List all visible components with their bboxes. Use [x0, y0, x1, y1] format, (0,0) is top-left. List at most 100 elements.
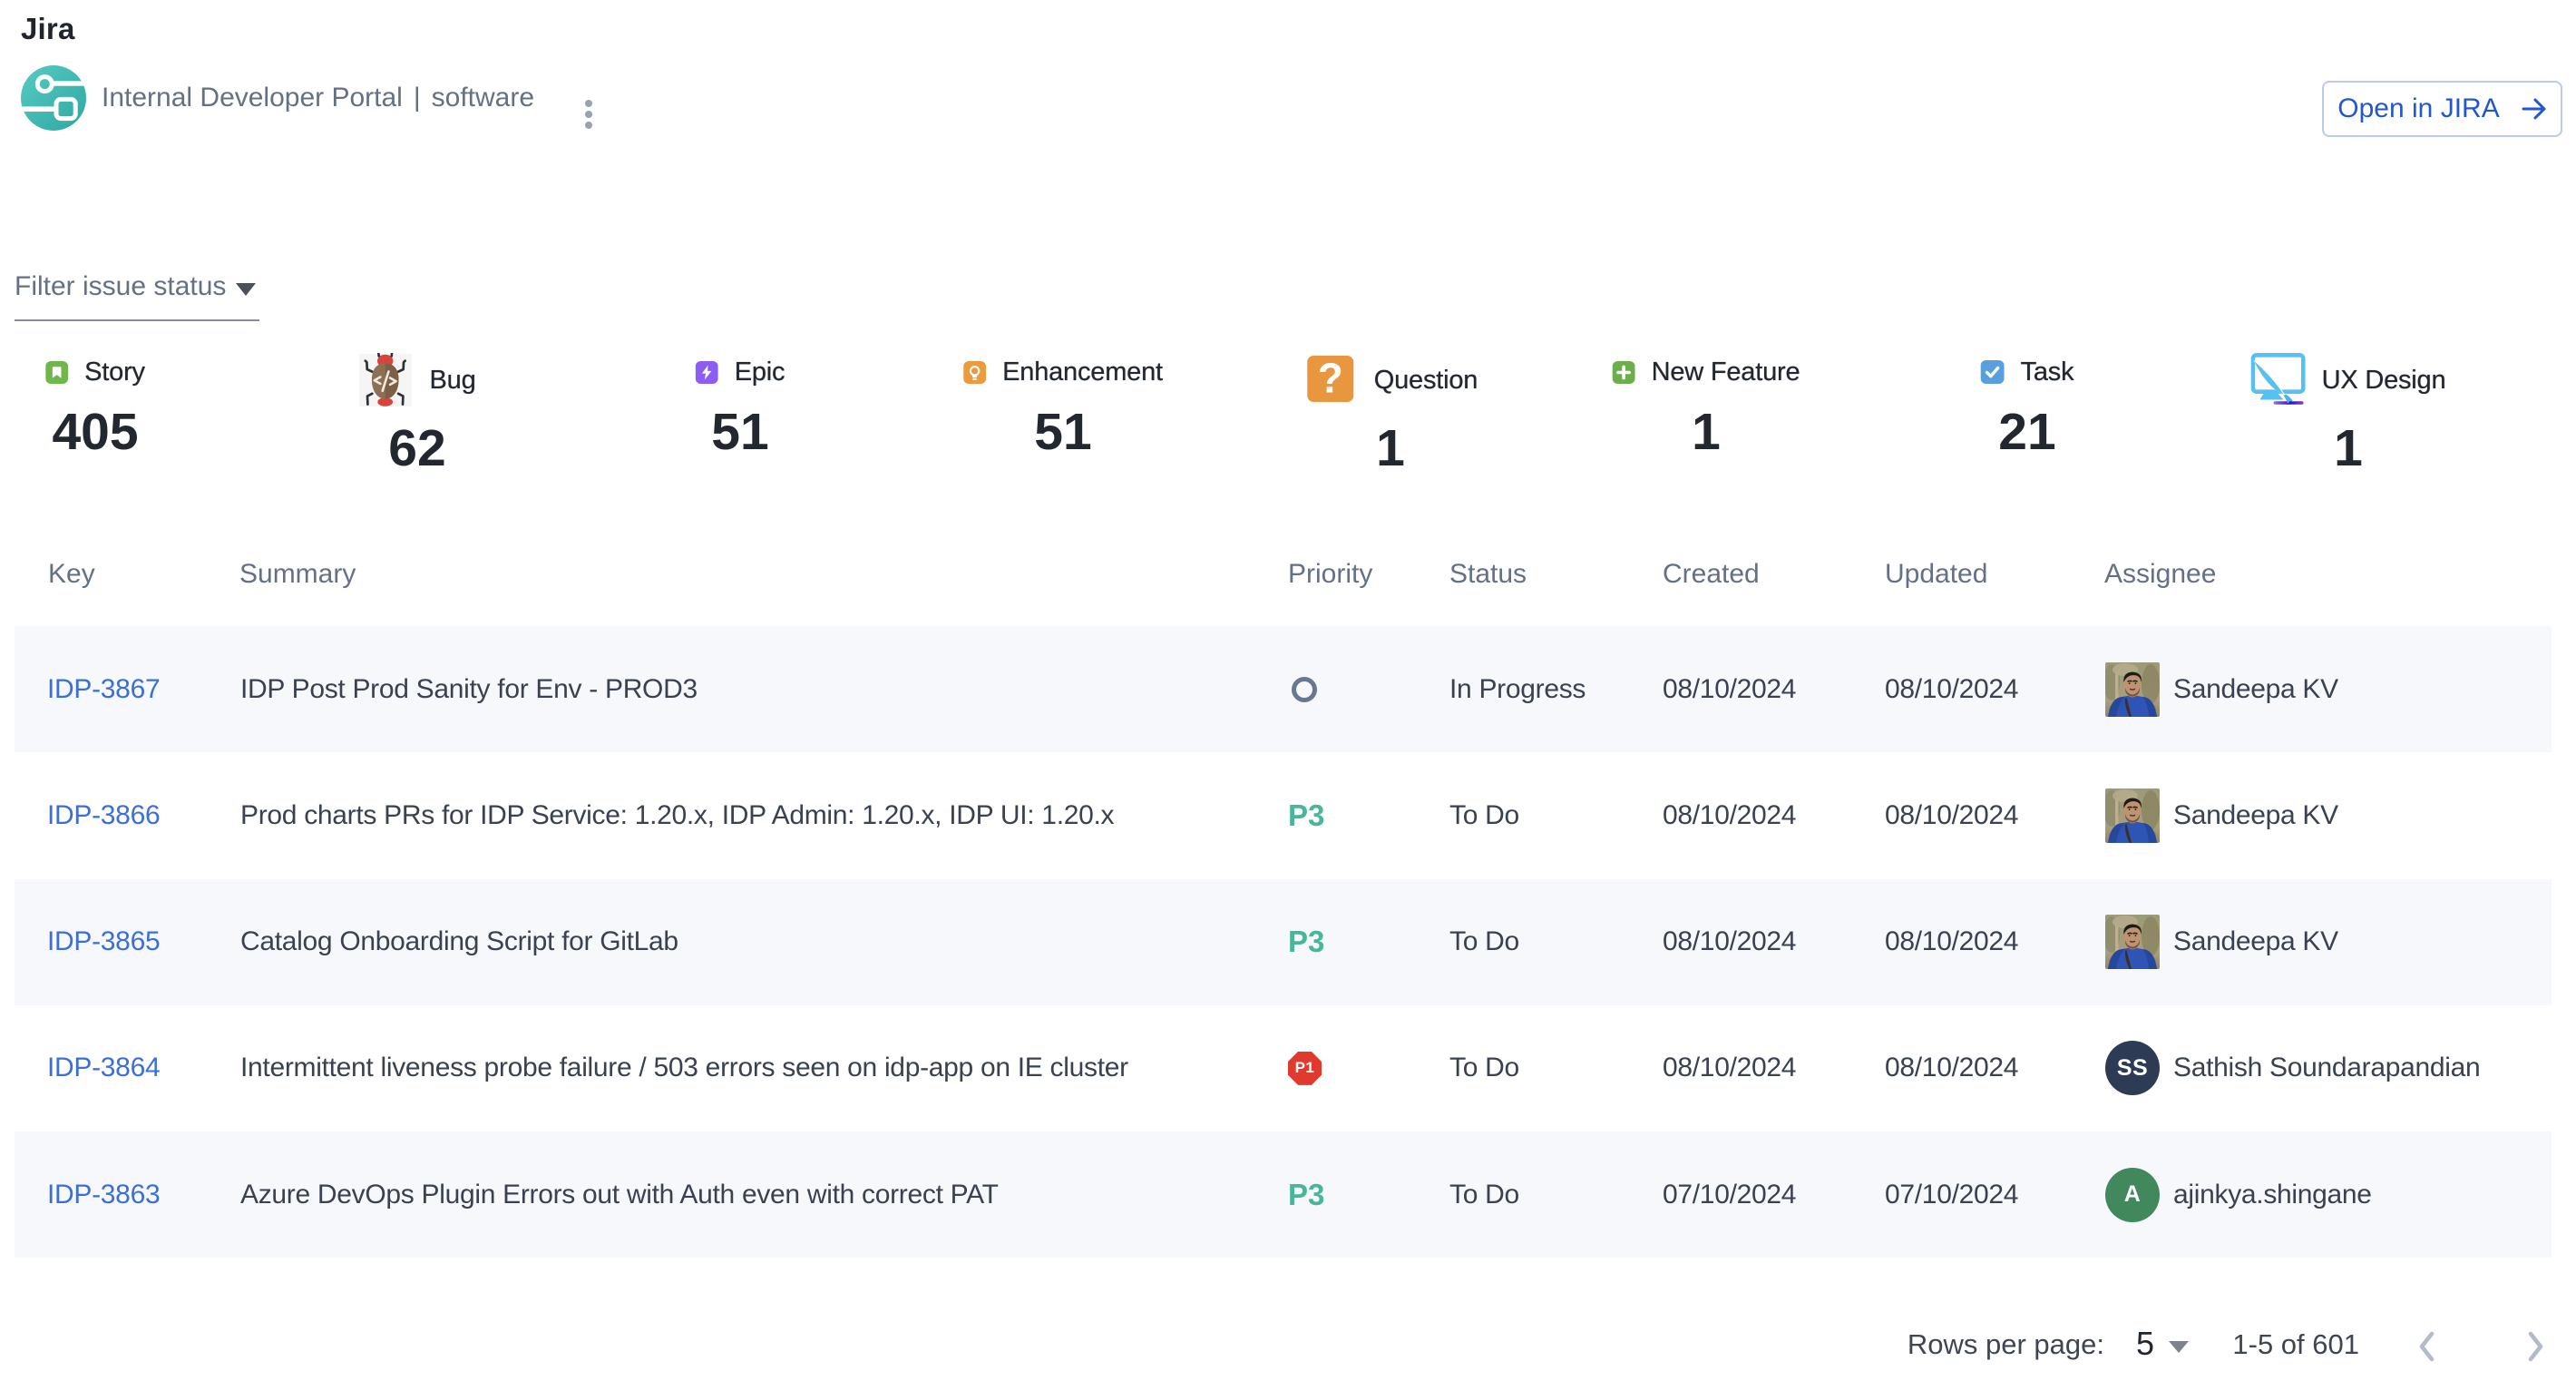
cell-priority: P3: [1288, 752, 1324, 878]
arrow-right-icon: [2522, 96, 2547, 122]
project-logo-icon: [21, 65, 86, 131]
cell-summary: Azure DevOps Plugin Errors out with Auth…: [240, 1131, 999, 1258]
cell-updated: 07/10/2024: [1885, 1131, 2018, 1258]
open-in-jira-label: Open in JIRA: [2337, 93, 2499, 124]
stat-story: Story 405: [45, 353, 145, 459]
column-header-updated: Updated: [1885, 559, 1987, 590]
epic-icon: [696, 361, 718, 384]
column-header-created: Created: [1663, 559, 1760, 590]
issue-key-link[interactable]: IDP-3867: [47, 674, 160, 705]
issue-type-stats: Story 405 Bug 62 Epic51 Enhancement 51? Questi…: [0, 353, 2576, 498]
cell-key: IDP-3863: [47, 1131, 160, 1258]
bug-icon: [359, 353, 414, 407]
issue-key-link[interactable]: IDP-3865: [47, 926, 160, 957]
project-type: software: [432, 83, 534, 113]
issue-key-link[interactable]: IDP-3866: [47, 800, 160, 831]
assignee-avatar-photo: [2105, 915, 2160, 969]
issue-key-link[interactable]: IDP-3863: [47, 1180, 160, 1210]
more-options-button[interactable]: [569, 78, 609, 132]
stat-value: 1: [1692, 405, 1721, 459]
rows-per-page-label: Rows per page:: [1908, 1328, 2104, 1361]
cell-created: 08/10/2024: [1663, 626, 1796, 752]
stat-label: Enhancement: [1002, 357, 1163, 387]
dropdown-caret-icon: [236, 283, 256, 296]
cell-priority: [1288, 626, 1317, 752]
cell-priority: P3: [1288, 1131, 1324, 1258]
cell-summary: Intermittent liveness probe failure / 50…: [240, 1005, 1128, 1131]
stat-ux-design: UX Design 1: [2251, 353, 2446, 475]
column-header-key: Key: [48, 559, 95, 590]
stat-label: New Feature: [1652, 357, 1800, 387]
stat-task: Task 21: [1981, 353, 2074, 459]
column-header-status: Status: [1449, 559, 1527, 590]
chevron-right-icon: [2519, 1331, 2550, 1362]
cell-updated: 08/10/2024: [1885, 1005, 2018, 1131]
previous-page-button[interactable]: [2403, 1321, 2454, 1372]
cell-created: 08/10/2024: [1663, 879, 1796, 1005]
cell-priority: P3: [1288, 879, 1324, 1005]
kebab-icon: [569, 78, 609, 132]
filter-issue-status-select[interactable]: Filter issue status: [15, 269, 259, 321]
rows-per-page-value: 5: [2136, 1325, 2154, 1363]
cell-assignee: SSSathish Soundarapandian: [2105, 1005, 2480, 1131]
cell-updated: 08/10/2024: [1885, 879, 2018, 1005]
cell-key: IDP-3867: [47, 626, 160, 752]
question-icon: ?: [1303, 353, 1358, 407]
page-title: Jira: [21, 12, 75, 46]
cell-assignee: Sandeepa KV: [2105, 752, 2338, 878]
cell-status: In Progress: [1449, 626, 1586, 752]
rows-per-page-select[interactable]: 5: [2136, 1325, 2189, 1363]
stat-label: Question: [1374, 366, 1478, 396]
story-icon: [45, 361, 68, 384]
stat-label: Task: [2021, 357, 2074, 387]
cell-summary: Catalog Onboarding Script for GitLab: [240, 879, 678, 1005]
column-header-summary: Summary: [239, 559, 356, 590]
project-title: Internal Developer Portal | software: [102, 65, 534, 131]
assignee-avatar-initials: SS: [2105, 1041, 2160, 1095]
assignee-name: ajinkya.shingane: [2173, 1180, 2372, 1210]
cell-summary: Prod charts PRs for IDP Service: 1.20.x,…: [240, 752, 1114, 878]
cell-priority: P1: [1288, 1005, 1322, 1131]
rows-per-page-caret-icon: [2169, 1341, 2189, 1353]
stat-epic: Epic51: [696, 353, 785, 459]
priority-label: P3: [1288, 1178, 1324, 1212]
cell-status: To Do: [1449, 1131, 1519, 1258]
stat-value: 405: [52, 405, 138, 459]
stat-value: 1: [2334, 421, 2363, 475]
cell-created: 08/10/2024: [1663, 1005, 1796, 1131]
stat-new-feature: New Feature 1: [1613, 353, 1800, 459]
stat-value: 62: [388, 421, 445, 475]
open-in-jira-button[interactable]: Open in JIRA: [2322, 81, 2562, 137]
column-header-assignee: Assignee: [2104, 559, 2216, 590]
pagination-range-label: 1-5 of 601: [2232, 1328, 2359, 1361]
cell-created: 08/10/2024: [1663, 752, 1796, 878]
stat-label: Bug: [430, 366, 476, 396]
stat-value: 51: [711, 405, 768, 459]
stat-label: Story: [84, 357, 145, 387]
stat-value: 51: [1034, 405, 1091, 459]
priority-label: P3: [1288, 925, 1324, 959]
assignee-name: Sandeepa KV: [2173, 926, 2338, 957]
svg-text:?: ?: [1318, 355, 1343, 402]
assignee-name: Sandeepa KV: [2173, 674, 2338, 705]
stat-question: ?Question1: [1303, 353, 1478, 475]
cell-status: To Do: [1449, 1005, 1519, 1131]
priority-label: P3: [1288, 798, 1324, 833]
stat-value: 21: [1998, 405, 2055, 459]
chevron-left-icon: [2413, 1331, 2444, 1362]
stat-bug: Bug 62: [359, 353, 476, 475]
project-name: Internal Developer Portal: [102, 83, 403, 113]
cell-updated: 08/10/2024: [1885, 626, 2018, 752]
cell-key: IDP-3865: [47, 879, 160, 1005]
new-feature-icon: [1613, 361, 1635, 384]
cell-updated: 08/10/2024: [1885, 752, 2018, 878]
cell-assignee: Sandeepa KV: [2105, 879, 2338, 1005]
priority-p1-badge: P1: [1288, 1052, 1322, 1085]
assignee-avatar-photo: [2105, 662, 2160, 717]
ux-design-icon: [2251, 353, 2306, 407]
next-page-button[interactable]: [2509, 1321, 2560, 1372]
assignee-avatar-initials: A: [2105, 1168, 2160, 1222]
issue-key-link[interactable]: IDP-3864: [47, 1053, 160, 1083]
stat-label: UX Design: [2322, 366, 2446, 396]
filter-issue-status-label: Filter issue status: [15, 269, 226, 304]
